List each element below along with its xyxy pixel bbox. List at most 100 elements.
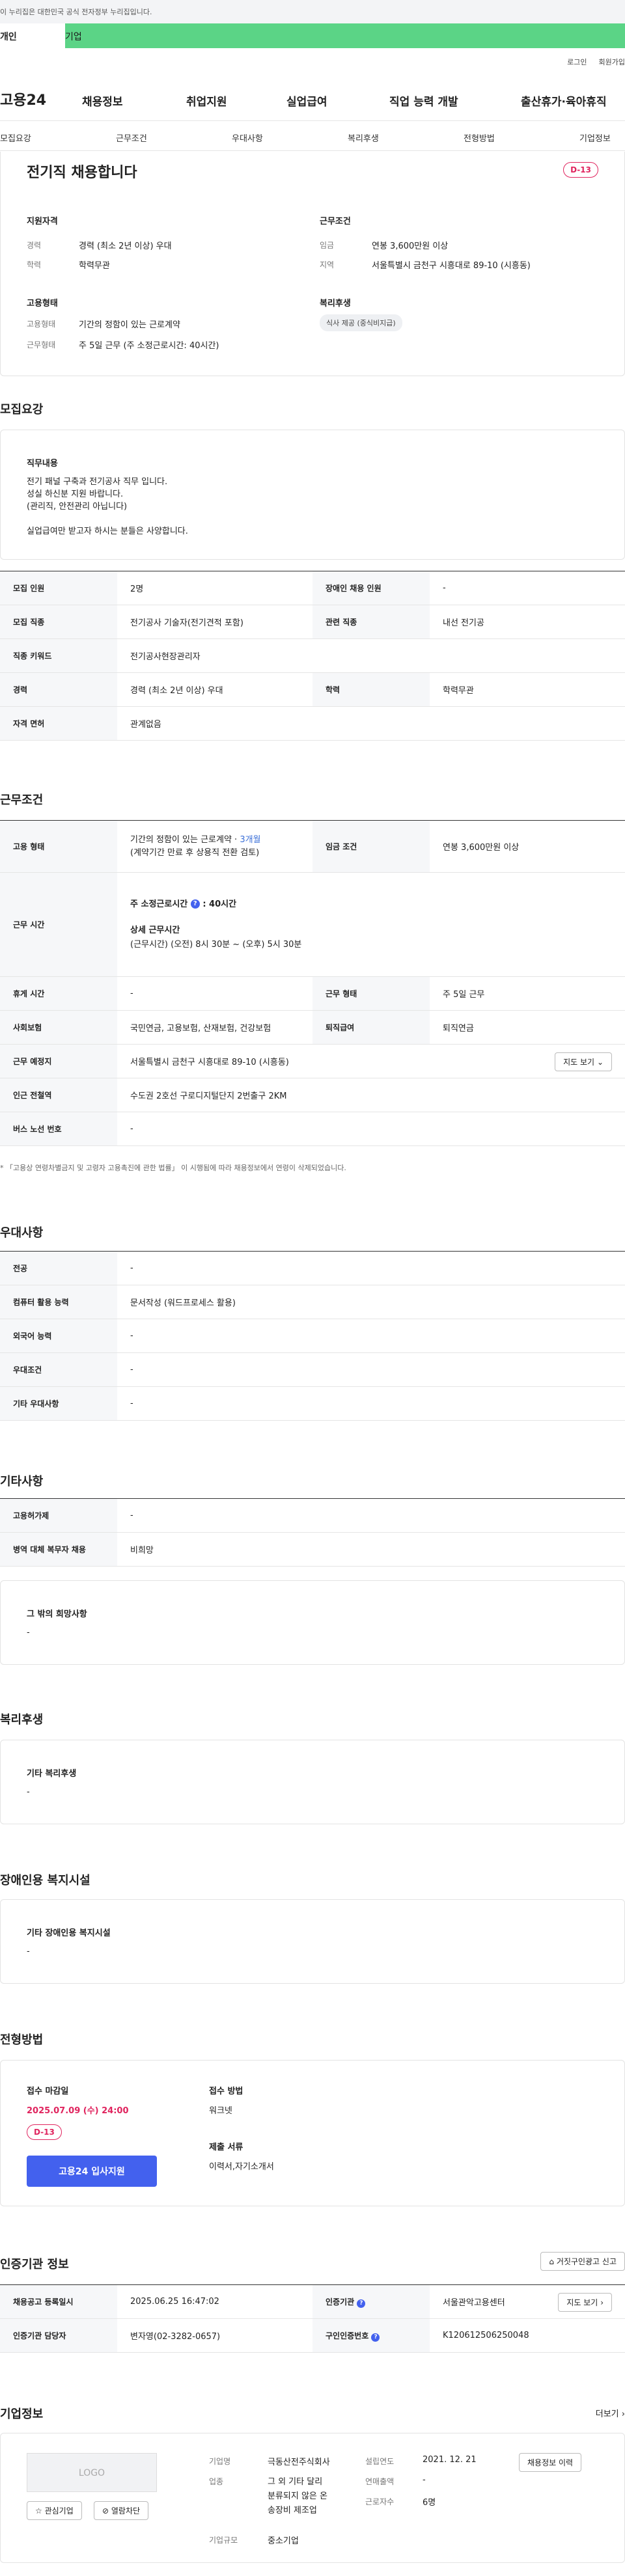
- employment-type-label: 고용형태: [27, 320, 56, 329]
- tab-personal[interactable]: 개인: [0, 23, 65, 48]
- table-header-cell: 모집 인원: [0, 571, 117, 605]
- founded-value: 2021. 12. 21: [423, 2455, 477, 2465]
- company-name-value: 극동산전주식회사: [268, 2458, 330, 2467]
- table-header-cell: 퇴직급여: [312, 1010, 430, 1045]
- employment-cell: 기간의 정함이 있는 근로계약 · 3개월 (계약기간 만료 후 상용직 전환 검…: [117, 820, 312, 873]
- gov-banner-text: 이 누리집은 대한민국 공식 전자정부 누리집입니다.: [0, 8, 152, 16]
- industry-label: 업종: [209, 2477, 224, 2486]
- snb-item-company[interactable]: 기업정보: [579, 131, 611, 144]
- section-nav: 모집요강 근무조건 우대사항 복리후생 전형방법 기업정보: [0, 121, 625, 151]
- agency-map-button-label: 지도 보기: [566, 2298, 598, 2307]
- employment-text: 기간의 정함이 있는 근로계약 ·: [130, 834, 240, 845]
- gnb-item-jobs[interactable]: 채용정보: [82, 92, 123, 109]
- snb-item-work[interactable]: 근무조건: [116, 131, 147, 144]
- table-cell: -: [430, 571, 625, 605]
- job-history-button[interactable]: 채용정보 이력: [519, 2453, 582, 2472]
- process-dday-badge: D-13: [27, 2124, 62, 2140]
- login-link[interactable]: 로그인: [567, 57, 587, 67]
- work-type-label: 근무형태: [27, 340, 56, 349]
- agency-org-value: 서울관악고용센터: [443, 2298, 505, 2308]
- join-link[interactable]: 회원가입: [599, 57, 625, 67]
- chevron-right-icon: ›: [600, 2298, 604, 2307]
- table-row: 채용공고 등록일시 2025.06.25 16:47:02 인증기관 ? 서울관악고용…: [0, 2284, 625, 2319]
- table-cell: -: [117, 1112, 625, 1146]
- welfare-box: 기타 복리후생 -: [0, 1740, 625, 1824]
- snb-item-recruit[interactable]: 모집요강: [0, 131, 31, 144]
- table-header-cell: 장애인 채용 인원: [312, 571, 430, 605]
- table-header-cell: 우대조건: [0, 1352, 117, 1387]
- table-header-cell: 구인인증번호 ?: [312, 2318, 430, 2353]
- gnb-item-employment-support[interactable]: 취업지원: [186, 92, 227, 109]
- employees-label: 근로자수: [365, 2497, 395, 2506]
- info-icon[interactable]: ?: [357, 2299, 366, 2308]
- info-icon[interactable]: ?: [371, 2333, 380, 2342]
- disabled-box-value: -: [27, 1947, 30, 1956]
- table-cell: 전기공사현장관리자: [117, 638, 625, 673]
- docs-value: 이력서,자기소개서: [209, 2162, 274, 2172]
- industry-value: 그 외 기타 달리 분류되지 않은 온 송장비 제조업: [268, 2475, 327, 2518]
- welfare-box-value: -: [27, 1787, 30, 1797]
- gnb-item-maternity-leave[interactable]: 출산휴가·육아휴직: [521, 92, 607, 109]
- apply-button[interactable]: 고용24 입사지원: [27, 2156, 157, 2187]
- etc-table: 고용허가제 - 병역 대체 복무자 채용 비희망: [0, 1498, 625, 1567]
- contract-period-link[interactable]: 3개월: [240, 835, 260, 845]
- snb-item-process[interactable]: 전형방법: [464, 131, 495, 144]
- agency-org-cell: 서울관악고용센터 지도 보기 ›: [430, 2284, 625, 2319]
- table-cell: 변자영(02-3282-0657): [117, 2318, 312, 2353]
- age-notice: * 「고용상 연령차별금지 및 고령자 고용촉진에 관한 법률」 이 시행됨에 …: [0, 1164, 346, 1172]
- gnb-item-skill-development[interactable]: 직업 능력 개발: [389, 92, 458, 109]
- method-heading: 접수 방법: [209, 2087, 243, 2096]
- table-header-cell: 사회보험: [0, 1010, 117, 1045]
- table-header-cell: 고용허가제: [0, 1498, 117, 1533]
- table-header-cell: 경력: [0, 672, 117, 707]
- welfare-heading: 복리후생: [320, 299, 351, 308]
- map-button[interactable]: 지도 보기 ⌄: [555, 1052, 612, 1071]
- employment-type-value: 기간의 정함이 있는 근로계약: [79, 320, 180, 330]
- company-section-title: 기업정보: [0, 2407, 44, 2421]
- site-logo[interactable]: 고용24: [0, 89, 46, 109]
- duty-line: 실업급여만 받고자 하시는 분들은 사양합니다.: [27, 527, 188, 536]
- table-header-cell: 고용 형태: [0, 820, 117, 873]
- agency-map-button[interactable]: 지도 보기 ›: [558, 2293, 612, 2312]
- welfare-section-title: 복리후생: [0, 1713, 44, 1727]
- gnb-item-unemployment-benefit[interactable]: 실업급여: [286, 92, 327, 109]
- map-button-label: 지도 보기: [563, 1058, 595, 1067]
- table-header-cell: 근무 시간: [0, 872, 117, 977]
- table-header-cell: 관련 직종: [312, 605, 430, 639]
- table-row: 전공 -: [0, 1251, 625, 1285]
- gov-banner: 이 누리집은 대한민국 공식 전자정부 누리집입니다.: [0, 0, 625, 23]
- table-header-cell: 학력: [312, 672, 430, 707]
- qualification-heading: 지원자격: [27, 217, 58, 226]
- sales-value: -: [423, 2475, 426, 2485]
- hours-cell: 주 소정근로시간 ? : 40시간 상세 근무시간 (근무시간) (오전) 8시…: [117, 872, 625, 977]
- table-row: 사회보험 국민연금, 고용보험, 산재보험, 건강보험 퇴직급여 퇴직연금: [0, 1010, 625, 1045]
- table-cell: 퇴직연금: [430, 1010, 625, 1045]
- company-more-link[interactable]: 더보기 ›: [596, 2407, 625, 2419]
- report-button[interactable]: ⌂ 거짓구인광고 신고: [540, 2252, 625, 2271]
- table-cell: -: [117, 1352, 625, 1387]
- education-value: 학력무관: [79, 261, 110, 271]
- util-nav: 로그인 회원가입: [0, 48, 625, 75]
- table-row: 모집 직종 전기공사 기술자(전기견적 포함) 관련 직종 내선 전기공: [0, 605, 625, 639]
- info-icon[interactable]: ?: [190, 899, 200, 909]
- duty-line-blank: [27, 513, 188, 525]
- agency-org-label: 인증기관: [326, 2297, 355, 2307]
- etc-section-title: 기타사항: [0, 1475, 44, 1488]
- block-view-button[interactable]: ⊘ 열람차단: [94, 2501, 149, 2520]
- favorite-company-button[interactable]: ☆ 관심기업: [27, 2501, 82, 2520]
- duty-heading: 직무내용: [27, 459, 58, 469]
- table-cell: 내선 전기공: [430, 605, 625, 639]
- table-header-cell: 외국어 능력: [0, 1319, 117, 1353]
- hours-heading: 주 소정근로시간: [130, 899, 188, 909]
- tab-company[interactable]: 기업: [65, 23, 625, 48]
- table-cell: K120612506250048: [430, 2318, 625, 2353]
- table-header-cell: 인증기관 ?: [312, 2284, 430, 2319]
- snb-item-preference[interactable]: 우대사항: [232, 131, 263, 144]
- duty-line: 전기 패널 구축과 전기공사 직무 입니다.: [27, 477, 168, 487]
- snb-item-welfare[interactable]: 복리후생: [348, 131, 379, 144]
- table-cell: 국민연금, 고용보험, 산재보험, 건강보험: [117, 1010, 312, 1045]
- table-header-cell: 자격 면허: [0, 706, 117, 741]
- table-header-cell: 모집 직종: [0, 605, 117, 639]
- sales-label: 연매출액: [365, 2477, 395, 2486]
- duty-content: 전기 패널 구축과 전기공사 직무 입니다. 성실 하신분 지원 바랍니다. (…: [27, 476, 188, 538]
